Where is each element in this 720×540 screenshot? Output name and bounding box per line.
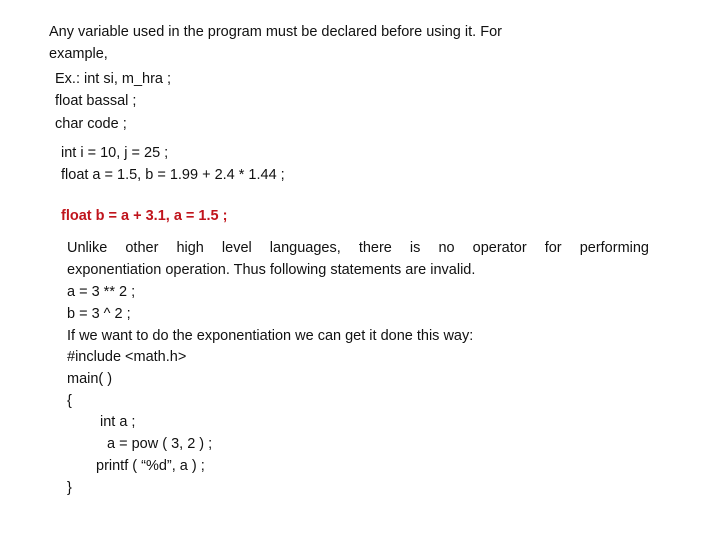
code-assign: a = pow ( 3, 2 ) ; <box>107 436 213 452</box>
intro-line-2: example, <box>49 46 108 62</box>
example-decl-int: Ex.: int si, m_hra ; <box>55 71 172 87</box>
code-close-brace: } <box>67 480 72 496</box>
code-decl: int a ; <box>100 414 136 430</box>
intro-line-1: Any variable used in the program must be… <box>49 24 502 40</box>
example-decl-char: char code ; <box>55 116 127 132</box>
code-include: #include <math.h> <box>67 349 187 365</box>
init-decl-int: int i = 10, j = 25 ; <box>61 145 169 161</box>
exponent-explanation: If we want to do the exponentiation we c… <box>67 328 474 344</box>
exponent-paragraph-line-2: exponentiation operation. Thus following… <box>67 262 476 278</box>
invalid-statement-a: a = 3 ** 2 ; <box>67 284 136 300</box>
invalid-statement-b: b = 3 ^ 2 ; <box>67 306 131 322</box>
example-decl-float: float bassal ; <box>55 93 137 109</box>
code-main: main( ) <box>67 371 113 387</box>
exponent-paragraph-line-1: Unlike other high level languages, there… <box>67 240 649 256</box>
invalid-decl-highlight: float b = a + 3.1, a = 1.5 ; <box>61 208 228 224</box>
code-print: printf ( “%d”, a ) ; <box>96 458 205 474</box>
init-decl-float: float a = 1.5, b = 1.99 + 2.4 * 1.44 ; <box>61 167 285 183</box>
code-open-brace: { <box>67 393 72 409</box>
